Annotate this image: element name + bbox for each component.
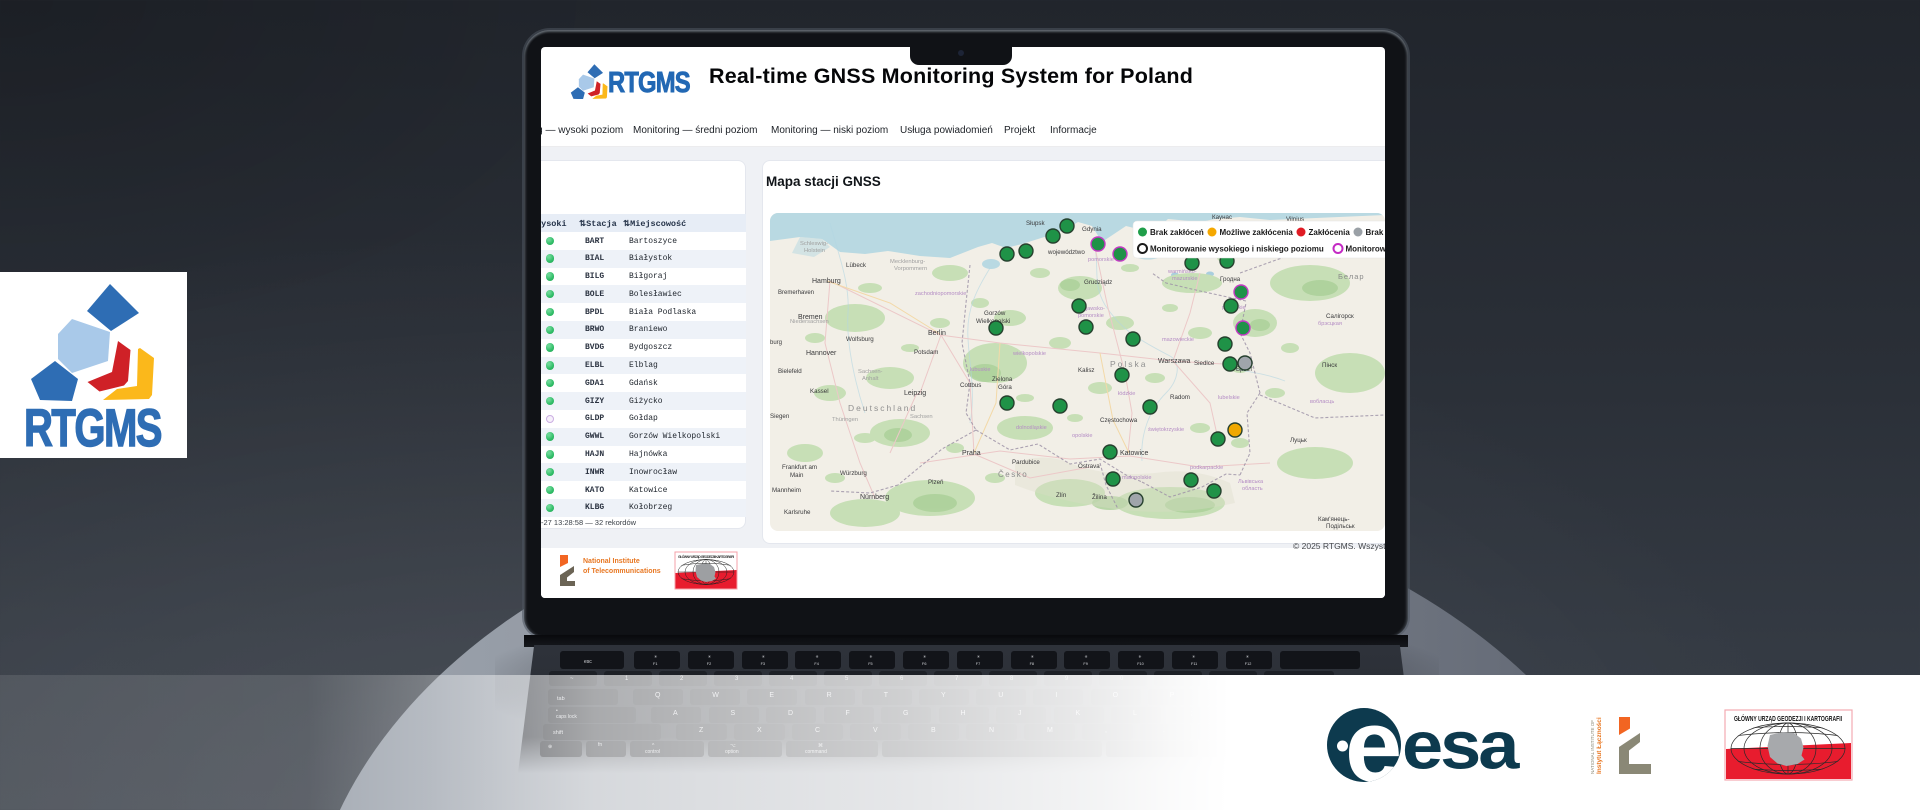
- svg-text:Каунас: Каунас: [1212, 214, 1232, 221]
- svg-text:burg: burg: [770, 340, 782, 346]
- svg-text:Holstein: Holstein: [804, 248, 825, 254]
- svg-text:Česko: Česko: [998, 470, 1028, 479]
- svg-text:Katowice: Katowice: [1120, 450, 1149, 457]
- svg-text:Bremen: Bremen: [798, 314, 823, 321]
- svg-text:Siegen: Siegen: [770, 413, 790, 420]
- svg-text:Würzburg: Würzburg: [840, 470, 867, 477]
- svg-text:Mannheim: Mannheim: [772, 487, 801, 494]
- svg-text:Львівська: Львівська: [1238, 479, 1264, 485]
- svg-text:Berlin: Berlin: [928, 330, 946, 337]
- svg-text:Vorpommern: Vorpommern: [894, 266, 927, 272]
- svg-text:Салігорск: Салігорск: [1326, 313, 1354, 320]
- svg-text:mazowieckie: mazowieckie: [1162, 337, 1194, 343]
- svg-text:Grudziądz: Grudziądz: [1084, 279, 1112, 286]
- svg-text:Пінск: Пінск: [1322, 362, 1337, 369]
- svg-text:GŁÓWNY URZĄD GEODEZJI I KARTOG: GŁÓWNY URZĄD GEODEZJI I KARTOGRAFII: [1734, 714, 1842, 723]
- svg-text:Praha: Praha: [962, 450, 981, 457]
- svg-text:Góra: Góra: [998, 384, 1012, 391]
- svg-text:Zielona: Zielona: [992, 376, 1013, 383]
- svg-text:Brak da: Brak da: [1366, 228, 1386, 237]
- svg-text:Siedlce: Siedlce: [1194, 360, 1215, 367]
- svg-text:Radom: Radom: [1170, 394, 1190, 401]
- svg-text:Кам'янець-: Кам'янець-: [1318, 516, 1350, 523]
- svg-text:Schleswig-: Schleswig-: [800, 241, 828, 247]
- svg-text:Nürnberg: Nürnberg: [860, 494, 889, 501]
- svg-text:Deutschland: Deutschland: [848, 403, 917, 413]
- svg-text:Wolfsburg: Wolfsburg: [846, 336, 874, 343]
- svg-text:lubuskie: lubuskie: [970, 367, 991, 373]
- svg-text:Lübeck: Lübeck: [846, 262, 867, 269]
- svg-text:Main: Main: [790, 472, 804, 479]
- svg-text:województwo: województwo: [1047, 249, 1085, 256]
- svg-text:podkarpackie: podkarpackie: [1190, 465, 1223, 471]
- svg-text:Karlsruhe: Karlsruhe: [784, 509, 811, 516]
- svg-text:Brak zakłóceń: Brak zakłóceń: [1150, 228, 1204, 237]
- svg-text:Bielefeld: Bielefeld: [778, 368, 802, 375]
- svg-text:łódzkie: łódzkie: [1118, 391, 1135, 397]
- svg-text:Белар: Белар: [1338, 272, 1365, 281]
- svg-text:Подільськ: Подільськ: [1326, 523, 1355, 530]
- svg-text:Możliwe zakłócenia: Możliwe zakłócenia: [1220, 228, 1294, 237]
- svg-text:Gdynia: Gdynia: [1082, 226, 1102, 233]
- svg-text:Instytut Łączności: Instytut Łączności: [1596, 717, 1603, 774]
- svg-text:Zlín: Zlín: [1056, 492, 1067, 499]
- svg-text:Žilina: Žilina: [1092, 493, 1107, 501]
- svg-text:Anhalt: Anhalt: [862, 376, 879, 382]
- svg-text:Plzeň: Plzeň: [928, 479, 944, 486]
- svg-text:Potsdam: Potsdam: [914, 349, 938, 356]
- svg-text:opolskie: opolskie: [1072, 433, 1093, 439]
- svg-text:Leipzig: Leipzig: [904, 390, 926, 397]
- svg-text:zachodniopomorskie: zachodniopomorskie: [915, 291, 966, 297]
- svg-text:Mecklenburg-: Mecklenburg-: [890, 259, 925, 265]
- svg-text:Hannover: Hannover: [806, 350, 837, 357]
- svg-text:GŁÓWNY URZĄD GEODEZJI I KARTOG: GŁÓWNY URZĄD GEODEZJI I KARTOGRAFII: [678, 554, 734, 559]
- svg-text:of Telecommunications: of Telecommunications: [583, 568, 661, 575]
- svg-text:Pardubice: Pardubice: [1012, 459, 1040, 466]
- svg-text:e: e: [1345, 695, 1402, 795]
- svg-text:mazurskie: mazurskie: [1172, 276, 1198, 282]
- svg-text:Cottbus: Cottbus: [960, 382, 981, 389]
- svg-text:Hamburg: Hamburg: [812, 278, 841, 285]
- svg-text:Sachsen-: Sachsen-: [858, 369, 883, 375]
- svg-text:Częstochowa: Częstochowa: [1100, 417, 1138, 424]
- svg-text:pomorskie: pomorskie: [1088, 257, 1114, 263]
- svg-text:Monitorowan: Monitorowan: [1346, 245, 1386, 254]
- svg-text:Zakłócenia: Zakłócenia: [1309, 228, 1351, 237]
- svg-text:Gorzów: Gorzów: [984, 310, 1006, 317]
- svg-text:Frankfurt am: Frankfurt am: [782, 464, 817, 471]
- svg-text:Monitorowanie wysokiego i nisk: Monitorowanie wysokiego i niskiego pozio…: [1150, 245, 1324, 254]
- svg-text:Thüringen: Thüringen: [832, 417, 858, 423]
- svg-text:Warszawa: Warszawa: [1158, 358, 1191, 365]
- svg-text:Kalisz: Kalisz: [1078, 367, 1095, 374]
- svg-text:Bremerhaven: Bremerhaven: [778, 290, 814, 296]
- svg-text:Słupsk: Słupsk: [1026, 220, 1045, 227]
- svg-text:pomorskie: pomorskie: [1078, 313, 1104, 319]
- svg-text:Sachsen: Sachsen: [910, 414, 933, 420]
- svg-text:dolnośląskie: dolnośląskie: [1016, 425, 1047, 431]
- svg-text:NATIONAL INSTITUTE OF: NATIONAL INSTITUTE OF: [1590, 720, 1595, 774]
- svg-text:Луцьк: Луцьк: [1290, 437, 1307, 444]
- svg-text:lubelskie: lubelskie: [1218, 395, 1240, 401]
- svg-text:RTGMS: RTGMS: [24, 399, 161, 458]
- svg-text:Гродна: Гродна: [1220, 276, 1241, 283]
- svg-text:брэсцкая: брэсцкая: [1318, 321, 1342, 327]
- svg-text:вобласць: вобласць: [1310, 399, 1334, 405]
- svg-text:małopolskie: małopolskie: [1122, 475, 1152, 481]
- svg-text:Ostrava: Ostrava: [1078, 463, 1100, 470]
- svg-text:область: область: [1242, 486, 1263, 492]
- svg-text:świętokrzyskie: świętokrzyskie: [1148, 427, 1184, 433]
- svg-text:wielkopolskie: wielkopolskie: [1012, 351, 1046, 357]
- svg-text:Polska: Polska: [1110, 359, 1148, 369]
- svg-text:National Institute: National Institute: [583, 558, 640, 565]
- svg-text:Kassel: Kassel: [810, 388, 829, 395]
